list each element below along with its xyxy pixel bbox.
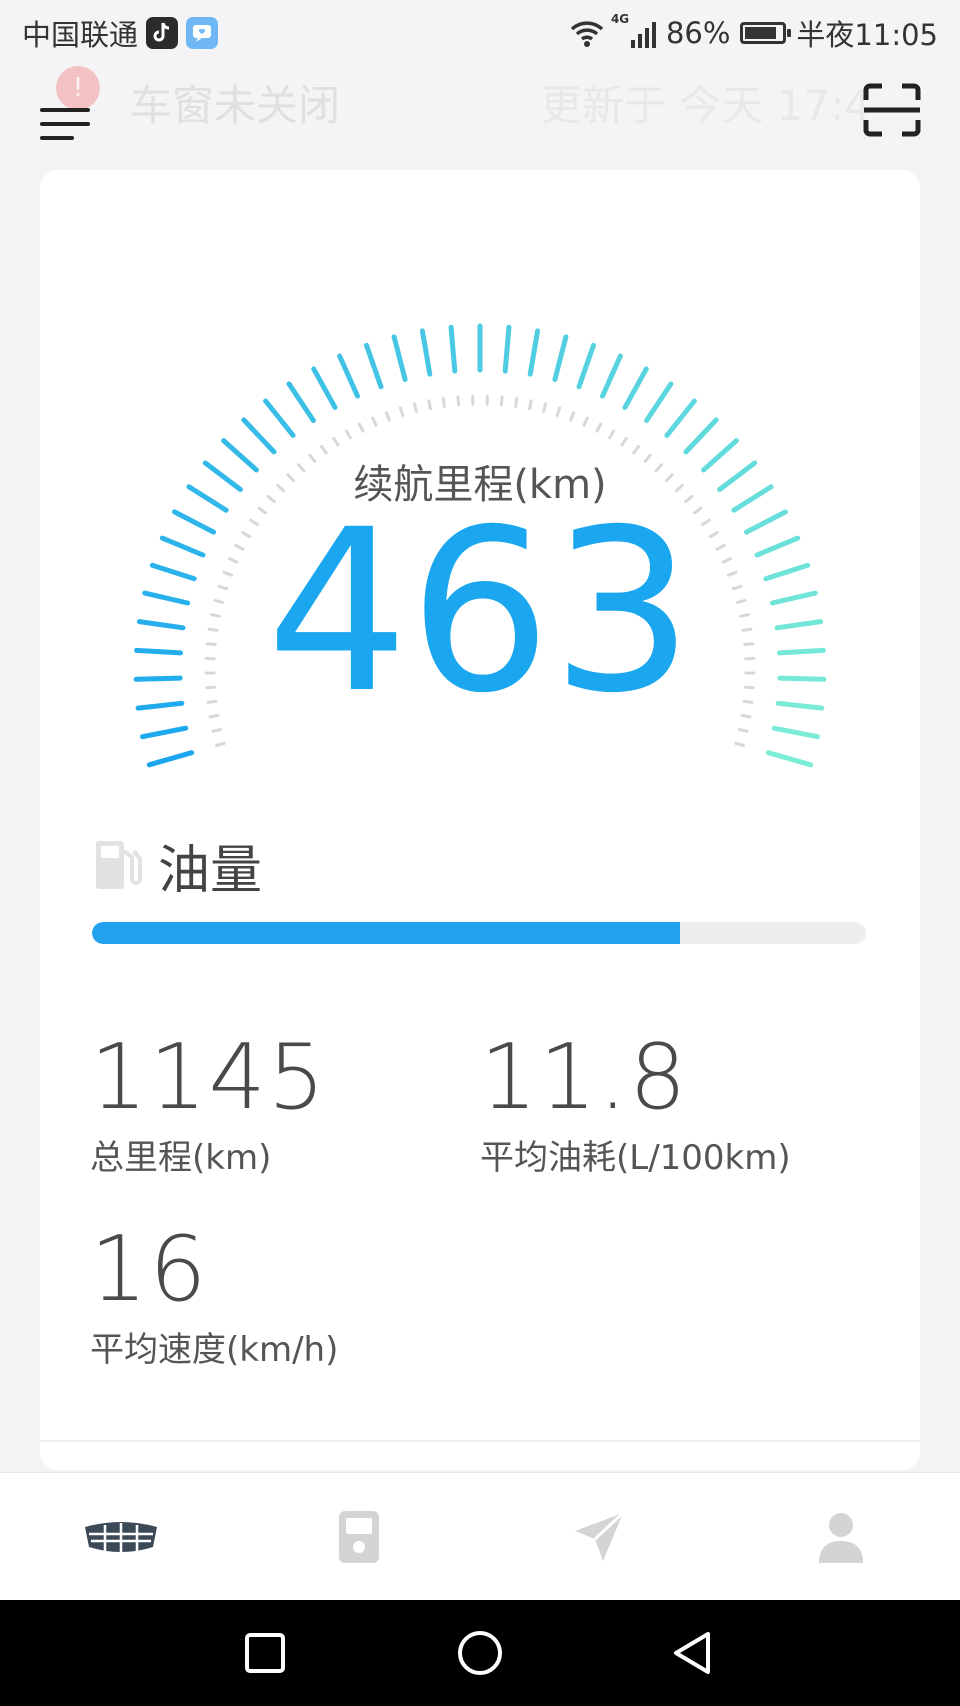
- gauge-tick: [644, 381, 674, 423]
- fuel-title: 油量: [158, 840, 263, 901]
- navigation-arrow-icon: [575, 1511, 625, 1561]
- top-bar: ! 车窗未关闭 更新于 今天 17:4: [0, 62, 960, 172]
- cellular-signal-icon: 4G: [611, 12, 656, 48]
- gauge-minor-tick: [734, 741, 745, 747]
- nav-tab-profile[interactable]: [796, 1497, 886, 1577]
- gauge-tick: [664, 398, 697, 438]
- gauge-minor-tick: [595, 422, 603, 433]
- car-brand-icon: [85, 1522, 157, 1553]
- fuel-pump-icon: [339, 1511, 379, 1563]
- gauge-tick: [391, 334, 408, 382]
- tiktok-app-icon: [146, 17, 179, 49]
- gauge-minor-tick: [542, 402, 547, 414]
- gauge-tick: [286, 381, 316, 423]
- home-icon: [458, 1631, 502, 1675]
- gauge-tick: [337, 353, 360, 399]
- gauge-minor-tick: [215, 741, 226, 747]
- gauge-tick: [622, 366, 649, 410]
- gauge-tick: [241, 417, 277, 455]
- wifi-icon: [570, 21, 604, 47]
- gauge-minor-tick: [332, 436, 340, 447]
- gauge-tick: [600, 353, 623, 399]
- gauge-minor-tick: [528, 399, 533, 411]
- updated-time: 更新于 今天 17:4: [540, 81, 872, 130]
- battery-percent: 86%: [665, 16, 731, 50]
- home-button[interactable]: [455, 1628, 505, 1678]
- gauge-minor-tick: [211, 728, 223, 733]
- gauge-minor-tick: [384, 411, 391, 422]
- carrier-name: 中国联通: [22, 18, 139, 52]
- gauge-tick: [527, 328, 541, 377]
- back-icon: [674, 1632, 710, 1674]
- gauge-minor-tick: [569, 411, 576, 422]
- recent-apps-button[interactable]: [240, 1628, 290, 1678]
- status-bar-left: 中国联通: [22, 12, 219, 54]
- gauge-tick: [576, 342, 596, 390]
- nav-tab-vehicle[interactable]: [76, 1497, 166, 1577]
- gauge-minor-tick: [555, 406, 562, 417]
- system-navigation-bar: [0, 1600, 960, 1706]
- gauge-minor-tick: [398, 406, 405, 417]
- status-bar: 中国联通 4G 86% 半夜11:05: [0, 0, 960, 62]
- fuel-level-bar: [92, 922, 866, 944]
- gauge-minor-tick: [413, 402, 418, 414]
- gauge-minor-tick: [499, 395, 504, 407]
- gauge-tick: [552, 334, 569, 382]
- avg-speed-label: 平均速度(km/h): [90, 1330, 339, 1370]
- total-mileage-stat: 1145 总里程(km): [90, 1030, 327, 1179]
- fuel-level-fill: [92, 922, 681, 944]
- gauge-tick: [140, 725, 189, 740]
- gauge-tick: [765, 750, 814, 768]
- back-button[interactable]: [668, 1628, 718, 1678]
- gauge-minor-tick: [620, 436, 628, 447]
- battery-icon: [740, 22, 792, 44]
- gauge-tick: [263, 398, 296, 438]
- gauge-tick: [771, 725, 820, 740]
- nav-tab-navigation[interactable]: [554, 1497, 644, 1577]
- user-profile-icon: [819, 1513, 863, 1563]
- gauge-minor-tick: [456, 395, 461, 407]
- gauge-minor-tick: [371, 416, 378, 427]
- avg-speed-value: 16: [90, 1217, 209, 1322]
- messaging-app-icon: [186, 17, 219, 49]
- avg-fuel-consumption-value: 11.8: [480, 1025, 689, 1130]
- range-value: 463: [266, 481, 694, 742]
- scan-icon: [863, 83, 921, 137]
- network-type: 4G: [610, 12, 630, 26]
- total-mileage-value: 1145: [90, 1025, 328, 1130]
- alert-text[interactable]: 车窗未关闭: [130, 72, 340, 133]
- menu-icon: [40, 108, 90, 112]
- gauge-minor-tick: [441, 397, 446, 408]
- gauge-tick: [448, 324, 458, 374]
- section-divider: [40, 1440, 920, 1442]
- scan-button[interactable]: [862, 82, 922, 138]
- fuel-header: 油量: [92, 830, 263, 901]
- menu-button[interactable]: [36, 88, 96, 140]
- gauge-tick: [683, 417, 719, 455]
- gauge-tick: [364, 342, 384, 390]
- gauge-minor-tick: [582, 416, 589, 427]
- avg-fuel-consumption-stat: 11.8 平均油耗(L/100km): [480, 1030, 791, 1179]
- gauge-tick: [502, 324, 512, 374]
- gauge-minor-tick: [608, 429, 616, 440]
- total-mileage-label: 总里程(km): [90, 1138, 272, 1178]
- gauge-minor-tick: [514, 397, 519, 408]
- gauge-minor-tick: [344, 429, 352, 440]
- gauge-minor-tick: [357, 422, 365, 433]
- nav-tab-fuel[interactable]: [314, 1497, 404, 1577]
- avg-speed-stat: 16 平均速度(km/h): [90, 1222, 338, 1371]
- fuel-pump-icon: [96, 841, 142, 889]
- status-bar-right: 4G 86% 半夜11:05: [569, 12, 938, 54]
- gauge-tick: [419, 328, 433, 377]
- vehicle-status-card: 续航里程(km) 463 油量 1145 总里程(km) 11.8 平均油耗(L…: [40, 170, 920, 1470]
- gauge-minor-tick: [737, 728, 749, 733]
- gauge-tick: [146, 750, 195, 768]
- bottom-navigation: [0, 1472, 960, 1601]
- recent-apps-icon: [245, 1633, 285, 1673]
- gauge-minor-tick: [427, 399, 432, 411]
- gauge-tick: [311, 366, 338, 410]
- avg-fuel-consumption-label: 平均油耗(L/100km): [480, 1138, 791, 1178]
- clock: 半夜11:05: [796, 18, 938, 52]
